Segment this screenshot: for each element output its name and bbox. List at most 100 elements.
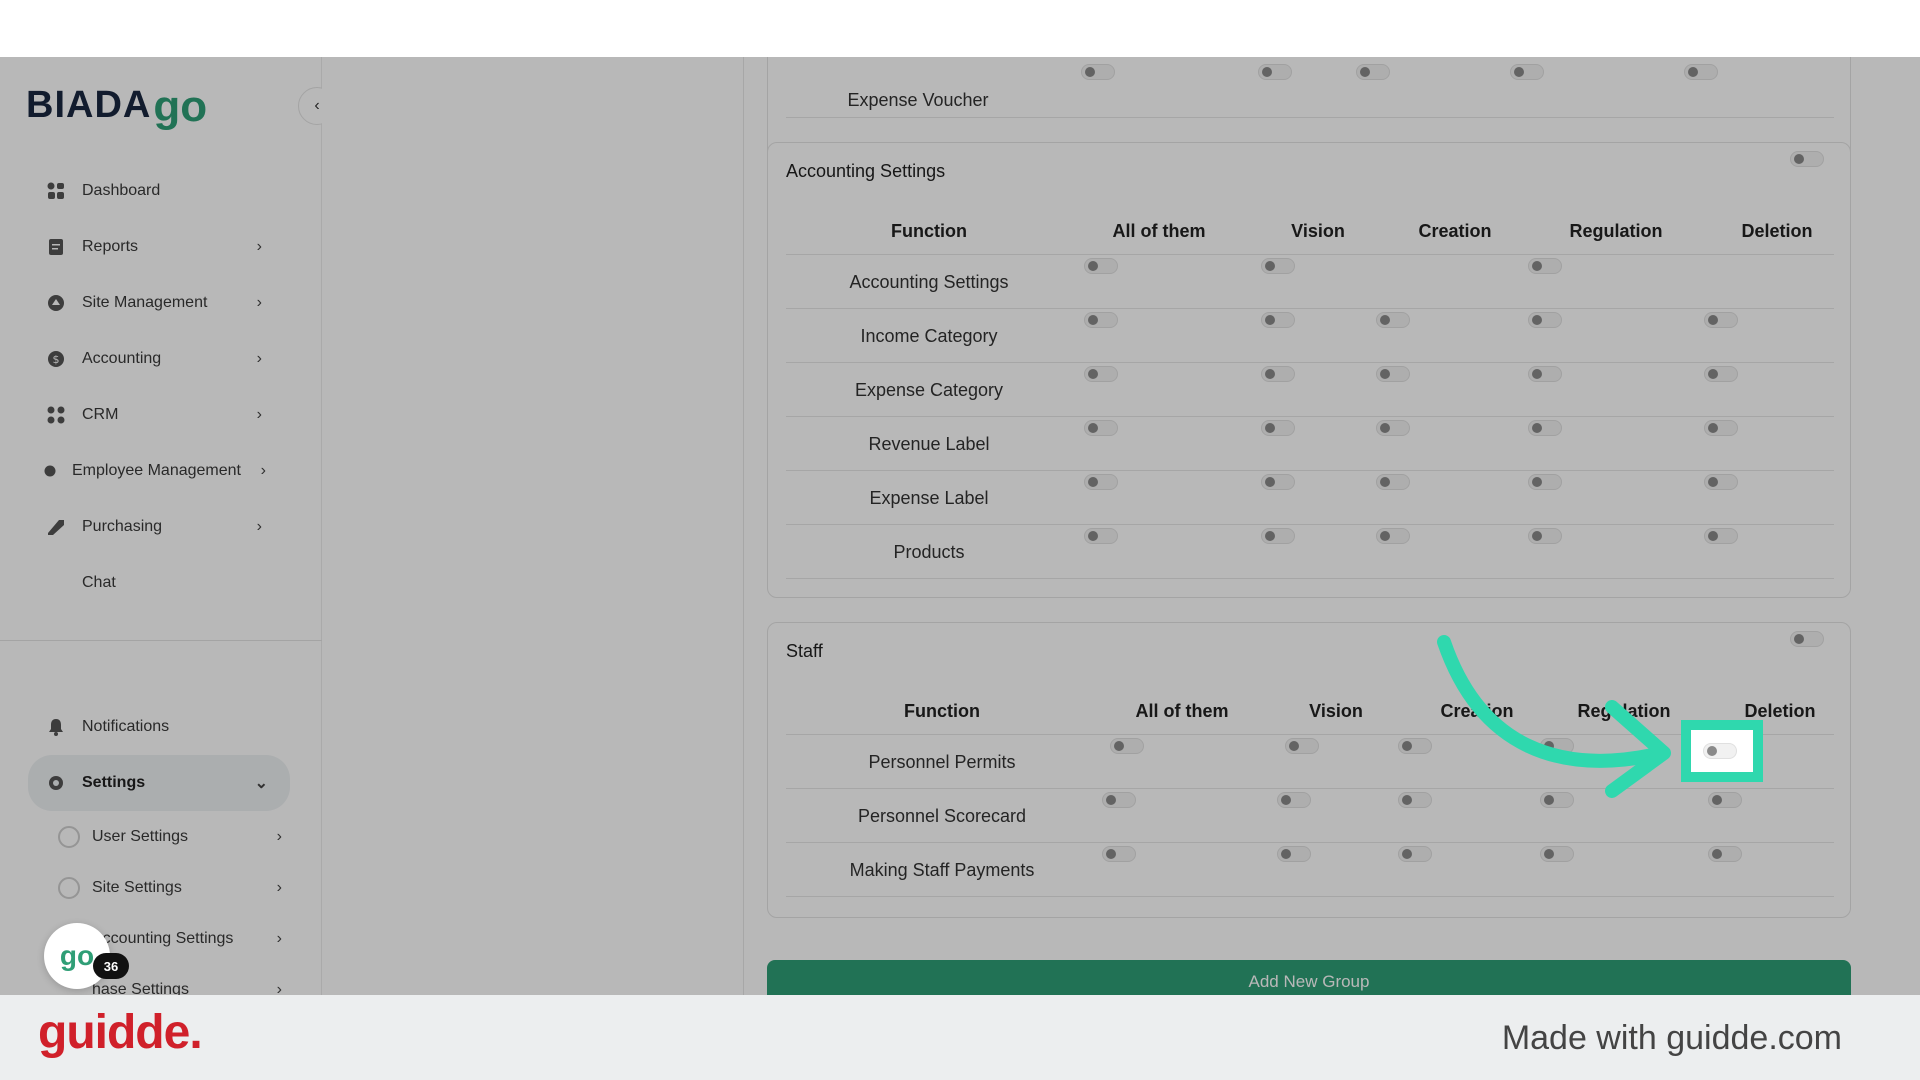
group-toggle[interactable] (1790, 151, 1824, 167)
sidebar-item-label: CRM (82, 406, 119, 423)
permission-toggle[interactable] (1528, 258, 1562, 274)
column-header: All of them (1135, 701, 1229, 721)
permission-toggle[interactable] (1261, 258, 1295, 274)
permission-toggle[interactable] (1376, 528, 1410, 544)
permission-toggle[interactable] (1540, 738, 1574, 754)
sidebar-item-settings[interactable]: Settings ⌄ (28, 755, 290, 811)
permission-toggle[interactable] (1540, 846, 1574, 862)
guidde-logo: guidde. (38, 1006, 203, 1059)
permission-toggle[interactable] (1356, 64, 1390, 80)
site-icon (46, 293, 66, 313)
sidebar-item-chat[interactable]: Chat (28, 555, 290, 611)
permission-toggle[interactable] (1261, 528, 1295, 544)
permission-toggle[interactable] (1261, 366, 1295, 382)
sidebar-item-notifications[interactable]: Notifications (28, 699, 290, 755)
group-toggle[interactable] (1790, 631, 1824, 647)
permission-toggle[interactable] (1528, 474, 1562, 490)
sidebar-subitem-label: User Settings (92, 827, 189, 845)
permission-toggle[interactable] (1398, 846, 1432, 862)
permission-toggle[interactable] (1704, 366, 1738, 382)
column-header: Creation (1418, 221, 1492, 241)
permission-toggle[interactable] (1703, 743, 1737, 759)
function-name: Personnel Scorecard (857, 806, 1027, 826)
permission-toggle[interactable] (1084, 474, 1118, 490)
logo: BIADA go (26, 77, 208, 131)
sidebar-item-site-management[interactable]: Site Management › (28, 275, 290, 331)
chevron-right-icon: › (276, 980, 282, 996)
permission-toggle[interactable] (1510, 64, 1544, 80)
permission-toggle[interactable] (1261, 474, 1295, 490)
sidebar-item-accounting[interactable]: $ Accounting › (28, 331, 290, 387)
permission-toggle[interactable] (1704, 528, 1738, 544)
permission-toggle[interactable] (1528, 528, 1562, 544)
permission-toggle[interactable] (1704, 312, 1738, 328)
permission-toggle[interactable] (1084, 312, 1118, 328)
permission-toggle[interactable] (1102, 792, 1136, 808)
sidebar-item-dashboard[interactable]: Dashboard (28, 163, 290, 219)
column-header: Deletion (1741, 221, 1813, 241)
permission-toggle[interactable] (1398, 792, 1432, 808)
permission-toggle[interactable] (1376, 366, 1410, 382)
table-row: Expense Category (786, 363, 1834, 417)
sidebar-subitem-site-settings[interactable]: Site Settings › (28, 862, 290, 913)
function-name: Expense Voucher (847, 90, 989, 110)
sidebar-subitem-user-settings[interactable]: User Settings › (28, 811, 290, 862)
permission-toggle[interactable] (1102, 846, 1136, 862)
content-divider (743, 57, 744, 995)
column-header: Function (904, 701, 980, 721)
permission-toggle[interactable] (1684, 64, 1718, 80)
permission-toggle[interactable] (1540, 792, 1574, 808)
permission-toggle[interactable] (1084, 420, 1118, 436)
permission-toggle[interactable] (1398, 738, 1432, 754)
chevron-right-icon: › (256, 350, 262, 367)
logo-go: go (153, 82, 208, 131)
permission-toggle[interactable] (1277, 846, 1311, 862)
permission-toggle[interactable] (1261, 420, 1295, 436)
sidebar-divider (0, 640, 322, 641)
function-name: Making Staff Payments (849, 860, 1035, 880)
permission-toggle[interactable] (1084, 366, 1118, 382)
logo-text: BIADA (26, 84, 152, 126)
column-header: All of them (1112, 221, 1206, 241)
permission-toggle[interactable] (1528, 366, 1562, 382)
sidebar-item-reports[interactable]: Reports › (28, 219, 290, 275)
svg-text:$: $ (53, 353, 60, 366)
permission-toggle[interactable] (1708, 792, 1742, 808)
permission-toggle[interactable] (1704, 474, 1738, 490)
permission-toggle[interactable] (1258, 64, 1292, 80)
permission-toggle[interactable] (1110, 738, 1144, 754)
add-new-group-button[interactable]: Add New Group (767, 960, 1851, 995)
permission-toggle[interactable] (1277, 792, 1311, 808)
permission-toggle[interactable] (1376, 474, 1410, 490)
crm-icon (46, 405, 66, 425)
sidebar-item-label: Chat (82, 574, 116, 591)
reports-icon (46, 237, 66, 257)
sidebar-subitem-label: hase Settings (92, 980, 189, 996)
sidebar-item-purchasing[interactable]: Purchasing › (28, 499, 290, 555)
permission-toggle[interactable] (1261, 312, 1295, 328)
permission-toggle[interactable] (1528, 420, 1562, 436)
bell-icon (46, 717, 66, 737)
highlighted-deletion-toggle[interactable] (1681, 720, 1763, 782)
permission-toggle[interactable] (1376, 420, 1410, 436)
permission-toggle[interactable] (1081, 64, 1115, 80)
accounting-settings-card: Accounting Settings Function All of them… (767, 142, 1851, 598)
chevron-down-icon: ⌄ (254, 775, 268, 792)
sidebar-item-label: Accounting (82, 350, 162, 367)
permission-toggle[interactable] (1084, 258, 1118, 274)
permission-toggle[interactable] (1084, 528, 1118, 544)
sidebar-item-label: Notifications (82, 718, 170, 735)
guidde-footer: guidde. Made with guidde.com (0, 995, 1920, 1080)
permission-toggle[interactable] (1528, 312, 1562, 328)
circle-icon (58, 876, 80, 899)
chevron-right-icon: › (276, 929, 282, 947)
sidebar-item-employee-management[interactable]: Employee Management › (28, 443, 290, 499)
gear-icon (46, 773, 66, 793)
function-name: Products (893, 542, 965, 562)
permission-toggle[interactable] (1376, 312, 1410, 328)
sidebar-item-crm[interactable]: CRM › (28, 387, 290, 443)
permission-toggle[interactable] (1704, 420, 1738, 436)
purchasing-icon (46, 517, 66, 537)
permission-toggle[interactable] (1708, 846, 1742, 862)
permission-toggle[interactable] (1285, 738, 1319, 754)
